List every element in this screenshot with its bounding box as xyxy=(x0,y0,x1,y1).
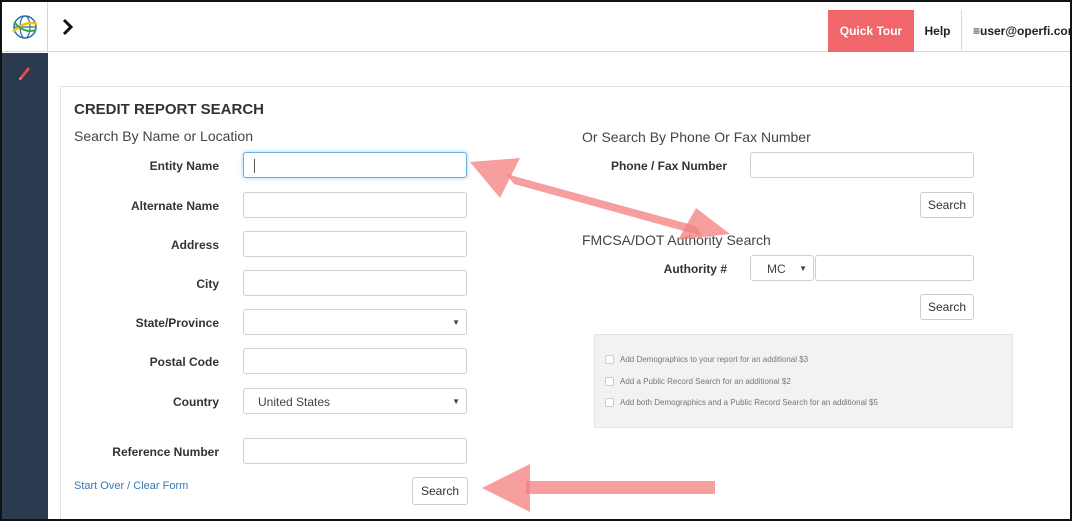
city-label: City xyxy=(196,277,219,291)
fmcsa-heading: FMCSA/DOT Authority Search xyxy=(582,232,771,248)
state-label: State/Province xyxy=(135,316,219,330)
page-title: CREDIT REPORT SEARCH xyxy=(74,101,265,118)
app-window: Quick Tour Help ≡user@operfi.com CREDIT … xyxy=(0,0,1072,521)
authority-number-input[interactable] xyxy=(815,255,974,281)
phone-search-heading: Or Search By Phone Or Fax Number xyxy=(582,129,811,145)
dropdown-arrow-icon: ▼ xyxy=(452,397,460,406)
authority-label: Authority # xyxy=(663,262,727,276)
globe-logo-icon xyxy=(11,15,37,39)
clear-form-link[interactable]: Start Over / Clear Form xyxy=(74,480,188,492)
city-input[interactable] xyxy=(243,270,467,296)
user-menu[interactable]: ≡user@operfi.com xyxy=(964,10,1070,52)
authority-type-select[interactable]: MC ▼ xyxy=(750,255,814,281)
state-select[interactable]: ▼ xyxy=(243,309,467,335)
reference-number-label: Reference Number xyxy=(112,445,219,459)
addon-options: Add Demographics to your report for an a… xyxy=(594,334,1013,428)
alternate-name-label: Alternate Name xyxy=(130,199,219,213)
country-select[interactable]: United States ▼ xyxy=(243,388,467,414)
authority-search-button[interactable]: Search xyxy=(920,294,974,320)
help-link[interactable]: Help xyxy=(914,10,962,52)
address-input[interactable] xyxy=(243,231,467,257)
checkbox[interactable] xyxy=(605,398,614,407)
phone-search-button[interactable]: Search xyxy=(920,192,974,218)
logo[interactable] xyxy=(2,2,48,52)
phone-input[interactable] xyxy=(750,152,974,178)
addon-demographics[interactable]: Add Demographics to your report for an a… xyxy=(605,355,808,364)
checkbox[interactable] xyxy=(605,377,614,386)
checkbox[interactable] xyxy=(605,355,614,364)
entity-name-input[interactable] xyxy=(243,152,467,178)
dropdown-arrow-icon: ▼ xyxy=(799,264,807,273)
country-label: Country xyxy=(173,395,219,409)
country-value: United States xyxy=(258,395,331,409)
postal-code-input[interactable] xyxy=(243,348,467,374)
quick-tour-button[interactable]: Quick Tour xyxy=(828,10,914,52)
name-search-button[interactable]: Search xyxy=(412,477,468,505)
dropdown-arrow-icon: ▼ xyxy=(452,318,460,327)
pencil-icon[interactable] xyxy=(16,63,34,81)
phone-label: Phone / Fax Number xyxy=(610,159,727,173)
authority-type-value: MC xyxy=(767,262,786,276)
addon-both[interactable]: Add both Demographics and a Public Recor… xyxy=(605,398,878,407)
chevron-right-icon[interactable] xyxy=(58,16,78,38)
addon-public-record[interactable]: Add a Public Record Search for an additi… xyxy=(605,377,791,386)
top-bar: Quick Tour Help ≡user@operfi.com xyxy=(2,2,1070,52)
sidebar xyxy=(2,53,48,519)
reference-number-input[interactable] xyxy=(243,438,467,464)
name-search-heading: Search By Name or Location xyxy=(74,128,253,144)
text-caret xyxy=(254,159,255,173)
entity-name-label: Entity Name xyxy=(149,159,219,173)
alternate-name-input[interactable] xyxy=(243,192,467,218)
address-label: Address xyxy=(170,238,219,252)
postal-code-label: Postal Code xyxy=(149,355,219,369)
